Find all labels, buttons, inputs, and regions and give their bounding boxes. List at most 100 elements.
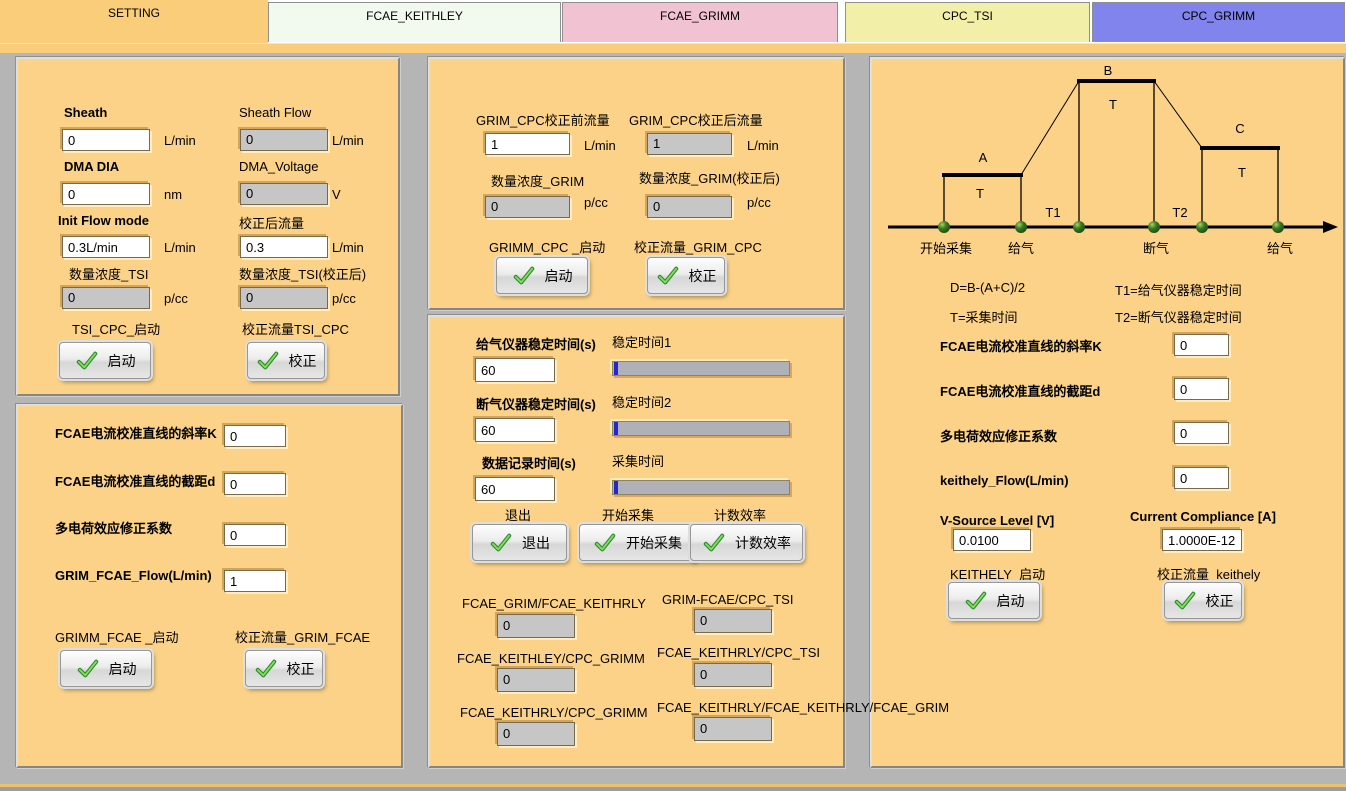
axis-arrow-icon xyxy=(1323,221,1338,233)
conc-grim-corrected-unit: p/cc xyxy=(747,195,771,210)
tsi-cpc-start-button-label: 启动 xyxy=(108,351,136,371)
supply-stable-input[interactable] xyxy=(475,358,555,382)
keithely-calibrate-button[interactable]: 校正 xyxy=(1164,582,1242,619)
axis-label-cut: 断气 xyxy=(1143,241,1169,256)
tab-cpc-tsi[interactable]: CPC_TSI xyxy=(845,2,1090,42)
conc-grim-corrected-label: 数量浓度_GRIM(校正后) xyxy=(639,168,780,187)
ratio-label: FCAE_GRIM/FCAE_KEITHRLY xyxy=(462,596,646,611)
check-icon xyxy=(75,351,99,371)
conc-tsi-corrected-indicator: 0 xyxy=(240,287,328,309)
k-intercept-input[interactable] xyxy=(1174,378,1229,400)
grim-fcae-calibrate-label: 校正流量_GRIM_FCAE xyxy=(235,627,370,646)
formula-d: D=B-(A+C)/2 xyxy=(950,280,1025,295)
axis-dot-icon xyxy=(1148,221,1160,233)
fcae-intercept-input[interactable] xyxy=(224,473,286,495)
corrected-flow-input[interactable] xyxy=(240,236,328,258)
grim-fcae-flow-input[interactable] xyxy=(224,570,286,592)
supply-stable-label: 给气仪器稳定时间(s) xyxy=(476,334,596,353)
k-slope-input[interactable] xyxy=(1174,334,1229,356)
count-efficiency-label: 计数效率 xyxy=(714,505,766,524)
tab-cpc-tsi-label: CPC_TSI xyxy=(942,9,993,23)
grimm-cpc-start-button[interactable]: 启动 xyxy=(496,257,588,294)
conc-grim-label: 数量浓度_GRIM xyxy=(491,171,584,190)
exit-button[interactable]: 退出 xyxy=(472,524,567,561)
stable2-progressbar xyxy=(612,421,790,436)
tsi-cpc-calibrate-button[interactable]: 校正 xyxy=(247,342,325,379)
exit-button-label: 退出 xyxy=(522,533,550,553)
grim-cpc-calibrate-label: 校正流量_GRIM_CPC xyxy=(634,237,762,256)
fcae-slope-input[interactable] xyxy=(224,425,286,447)
stable2-label: 稳定时间2 xyxy=(612,392,671,411)
sheath-unit: L/min xyxy=(164,133,196,148)
tsi-cpc-calibrate-label: 校正流量TSI_CPC xyxy=(242,319,349,338)
gas-timing-diagram: A T B T C T T1 T2 开始采集 给气 断气 给气 xyxy=(880,61,1342,261)
check-icon xyxy=(256,351,280,371)
check-icon xyxy=(656,266,680,286)
grim-fcae-calibrate-button-label: 校正 xyxy=(287,659,315,679)
sheath-input[interactable] xyxy=(62,129,150,151)
cutoff-stable-input[interactable] xyxy=(475,418,555,442)
ratio-indicator: 0 xyxy=(694,717,772,741)
k-intercept-label: FCAE电流校准直线的截距d xyxy=(940,381,1100,400)
check-icon xyxy=(1173,591,1197,611)
keithely-flow-input[interactable] xyxy=(1174,467,1229,489)
check-icon xyxy=(489,533,513,553)
tab-cpc-grimm[interactable]: CPC_GRIMM xyxy=(1092,2,1345,42)
init-flow-mode-input[interactable] xyxy=(62,236,150,258)
record-time-input[interactable] xyxy=(475,477,555,501)
ratio-indicator: 0 xyxy=(497,614,575,638)
start-collect-button[interactable]: 开始采集 xyxy=(579,524,696,561)
conc-grim-corrected-indicator: 0 xyxy=(647,196,732,218)
compliance-input[interactable] xyxy=(1162,529,1242,551)
formula-t2: T2=断气仪器稳定时间 xyxy=(1115,307,1242,326)
tab-setting[interactable]: SETTING xyxy=(0,0,268,43)
stable1-label: 稳定时间1 xyxy=(612,332,671,351)
tab-fcae-grimm[interactable]: FCAE_GRIMM xyxy=(562,2,838,42)
diagram-label-t1: T1 xyxy=(1045,205,1060,220)
labview-front-panel: SETTING FCAE_KEITHLEY FCAE_GRIMM CPC_TSI… xyxy=(0,0,1346,791)
tsi-cpc-start-button[interactable]: 启动 xyxy=(59,342,151,379)
compliance-label: Current Compliance [A] xyxy=(1130,509,1276,524)
collect-time-progressbar xyxy=(612,480,790,495)
k-multi-charge-input[interactable] xyxy=(1174,422,1229,444)
grim-fcae-flow-label: GRIM_FCAE_Flow(L/min) xyxy=(55,568,212,583)
record-time-label: 数据记录时间(s) xyxy=(482,453,576,472)
init-flow-mode-unit: L/min xyxy=(164,240,196,255)
dma-voltage-unit: V xyxy=(332,187,341,202)
keithely-calibrate-button-label: 校正 xyxy=(1206,591,1234,611)
grim-cpc-calibrate-button[interactable]: 校正 xyxy=(647,257,725,294)
collect-time-label: 采集时间 xyxy=(612,451,664,470)
tab-fcae-keithley[interactable]: FCAE_KEITHLEY xyxy=(268,2,561,42)
tsi-cpc-calibrate-button-label: 校正 xyxy=(289,351,317,371)
grimm-cpc-start-label: GRIMM_CPC _启动 xyxy=(489,237,605,256)
bottom-edge xyxy=(0,787,1346,791)
fcae-intercept-label: FCAE电流校准直线的截距d xyxy=(55,471,215,490)
panel-timing: 给气仪器稳定时间(s) 稳定时间1 断气仪器稳定时间(s) 稳定时间2 数据记录… xyxy=(428,315,845,768)
dma-dia-input[interactable] xyxy=(62,183,150,205)
count-efficiency-button-label: 计数效率 xyxy=(735,533,791,553)
axis-dot-icon xyxy=(1272,221,1284,233)
ratio-indicator: 0 xyxy=(497,668,575,692)
sheath-flow-label: Sheath Flow xyxy=(239,105,311,120)
v-source-input[interactable] xyxy=(953,529,1031,551)
diagram-label-ta: T xyxy=(976,186,984,201)
keithely-start-button[interactable]: 启动 xyxy=(948,582,1040,619)
conc-tsi-corrected-unit: p/cc xyxy=(332,291,356,306)
axis-dot-icon xyxy=(1015,221,1027,233)
check-icon xyxy=(593,533,617,553)
grim-fcae-calibrate-button[interactable]: 校正 xyxy=(245,650,323,687)
conc-tsi-label: 数量浓度_TSI xyxy=(69,264,148,283)
grim-cpc-flow-after-label: GRIM_CPC校正后流量 xyxy=(629,110,763,129)
grimm-fcae-start-label: GRIMM_FCAE _启动 xyxy=(55,627,179,646)
init-flow-mode-label: Init Flow mode xyxy=(58,213,149,228)
grimm-fcae-start-button[interactable]: 启动 xyxy=(60,650,152,687)
formula-t1: T1=给气仪器稳定时间 xyxy=(1115,280,1242,299)
diagram-label-tb: T xyxy=(1109,97,1117,112)
grim-cpc-flow-after-unit: L/min xyxy=(747,138,779,153)
fcae-slope-label: FCAE电流校准直线的斜率K xyxy=(55,423,217,442)
count-efficiency-button[interactable]: 计数效率 xyxy=(690,524,803,561)
sheath-flow-unit: L/min xyxy=(332,133,364,148)
grim-cpc-flow-before-input[interactable] xyxy=(485,133,570,155)
multi-charge-input[interactable] xyxy=(224,524,286,546)
ratio-indicator: 0 xyxy=(694,609,772,633)
